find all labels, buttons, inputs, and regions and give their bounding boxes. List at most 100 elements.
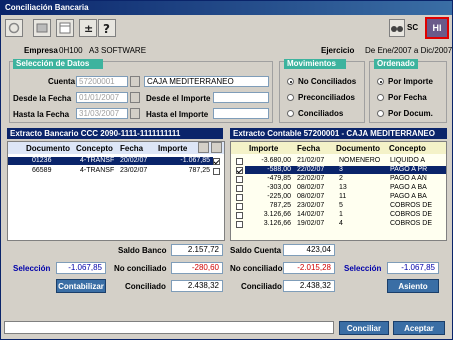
saldo-banco-label: Saldo Banco (118, 246, 167, 255)
toolbar: ± ? SC HI (1, 15, 452, 43)
bank-seleccion-label: Selección (13, 264, 51, 273)
bank-seleccion-value: -1.067,85 (56, 262, 106, 274)
bank-col-concepto: Concepto (76, 144, 113, 153)
por-fecha-label: Por Fecha (388, 93, 427, 102)
ledger-row[interactable]: 3.126,66 14/02/07 1 COBROS DE (245, 211, 446, 219)
cuenta-lookup-button[interactable] (130, 76, 140, 87)
status-bar (4, 321, 334, 334)
company-code: 0H100 (59, 46, 83, 55)
hasta-fecha-field[interactable]: 31/03/2007 (76, 108, 128, 119)
refresh-icon[interactable] (5, 19, 23, 37)
sc-label: SC (407, 23, 419, 32)
calendar-icon[interactable] (56, 19, 74, 37)
hasta-importe-label: Hasta el Importe (146, 110, 209, 119)
svg-text:?: ? (103, 22, 110, 36)
ledger-row-checkbox[interactable] (236, 203, 243, 210)
bank-col-documento: Documento (26, 144, 70, 153)
no-conciliados-label: No Conciliados (298, 77, 357, 86)
por-documento-label: Por Docum. (388, 109, 433, 118)
bank-row-checkbox[interactable] (213, 158, 220, 165)
bank-grid-window-icon[interactable] (198, 142, 209, 153)
saldo-cuenta-label: Saldo Cuenta (230, 246, 282, 255)
binoculars-icon[interactable] (389, 19, 405, 37)
ledger-row[interactable]: 787,25 23/02/07 5 COBROS DE (245, 202, 446, 210)
cuenta-name-field: CAJA MEDITERRANEO (144, 76, 269, 87)
svg-text:±: ± (84, 22, 93, 35)
ledger-grid: Importe Fecha Documento Concepto -3.680,… (230, 141, 447, 241)
ledger-col-fecha: Fecha (297, 144, 321, 153)
bank-col-importe: Importe (158, 144, 188, 153)
hasta-fecha-calendar-button[interactable] (130, 108, 140, 119)
ledger-row[interactable]: -225,00 08/02/07 11 PAGO A BA (245, 193, 446, 201)
bank-header: Extracto Bancario CCC 2090-1111-11111111… (7, 128, 223, 139)
window-title: Conciliación Bancaria (1, 1, 452, 15)
desde-importe-label: Desde el Importe (146, 94, 211, 103)
saldo-cuenta-value: 423,04 (283, 244, 335, 256)
bank-conc-value: 2.438,32 (171, 280, 223, 292)
hasta-importe-field[interactable] (213, 108, 269, 119)
saldo-banco-value: 2.157,72 (171, 244, 223, 256)
ledger-seleccion-value: -1.067,85 (387, 262, 439, 274)
aceptar-button[interactable]: Aceptar (393, 321, 445, 335)
conciliar-button[interactable]: Conciliar (339, 321, 389, 335)
asiento-button[interactable]: Asiento (387, 279, 439, 293)
desde-importe-field[interactable] (213, 92, 269, 103)
hi-button[interactable]: HI (425, 17, 449, 39)
desde-fecha-field[interactable]: 01/01/2007 (76, 92, 128, 103)
conciliados-radio[interactable] (287, 110, 294, 117)
ledger-row-checkbox[interactable] (236, 212, 243, 219)
ledger-row-checkbox[interactable] (236, 185, 243, 192)
contabilizar-button[interactable]: Contabilizar (56, 279, 106, 293)
ledger-col-concepto: Concepto (389, 144, 426, 153)
conciliacion-window: Conciliación Bancaria ± ? SC HI Empresa … (0, 0, 453, 340)
preconciliados-radio[interactable] (287, 94, 294, 101)
ledger-row[interactable]: -588,00 22/02/07 3 PAGO A PR (245, 166, 446, 174)
ledger-col-documento: Documento (336, 144, 380, 153)
ledger-row-checkbox[interactable] (236, 194, 243, 201)
bank-conc-label: Conciliado (125, 282, 166, 291)
ledger-col-importe: Importe (249, 144, 279, 153)
ledger-row[interactable]: 3.126,66 19/02/07 4 COBROS DE (245, 220, 446, 228)
help-icon[interactable]: ? (98, 19, 116, 37)
ledger-row-checkbox[interactable] (236, 176, 243, 183)
bank-noconc-label: No conciliado (114, 264, 167, 273)
selection-header: Selección de Datos (13, 59, 103, 69)
cuenta-label: Cuenta (48, 77, 76, 86)
por-importe-label: Por Importe (388, 77, 433, 86)
no-conciliados-radio[interactable] (287, 78, 294, 85)
ledger-row-checkbox[interactable] (236, 167, 243, 174)
ledger-row-checkbox[interactable] (236, 158, 243, 165)
conciliados-label: Conciliados (298, 109, 344, 118)
ledger-row[interactable]: -303,00 08/02/07 13 PAGO A BA (245, 184, 446, 192)
ledger-noconc-label: No conciliado (230, 264, 283, 273)
company-name: A3 SOFTWARE (89, 46, 147, 55)
bank-row-checkbox[interactable] (213, 168, 220, 175)
exercise-label: Ejercicio (321, 46, 355, 55)
ledger-noconc-value: -2.015,28 (283, 262, 335, 274)
bank-grid-close-icon[interactable] (211, 142, 222, 153)
bank-row[interactable]: 01236 4-TRANSF 20/02/07 -1.067,85 (8, 157, 213, 165)
desde-fecha-calendar-button[interactable] (130, 92, 140, 103)
ledger-row[interactable]: -3.680,00 21/02/07 NOMENERO LIQUIDO A (245, 157, 446, 165)
bank-row[interactable]: 66589 4-TRANSF 23/02/07 787,25 (8, 167, 213, 175)
bank-noconc-value: -280,60 (171, 262, 223, 274)
ordenado-header: Ordenado (374, 59, 418, 69)
por-fecha-radio[interactable] (377, 94, 384, 101)
hasta-fecha-label: Hasta la Fecha (13, 110, 70, 119)
bank-col-fecha: Fecha (120, 144, 144, 153)
plus-minus-icon[interactable]: ± (79, 19, 97, 37)
bank-grid: Documento Concepto Fecha Importe 01236 4… (7, 141, 225, 241)
print-icon[interactable] (33, 19, 51, 37)
ledger-header: Extracto Contable 57200001 - CAJA MEDITE… (230, 128, 447, 139)
por-importe-radio[interactable] (377, 78, 384, 85)
movimientos-header: Movimientos (284, 59, 346, 69)
por-documento-radio[interactable] (377, 110, 384, 117)
desde-fecha-label: Desde la Fecha (13, 94, 72, 103)
exercise-value: De Ene/2007 a Dic/2007 (365, 46, 453, 55)
ledger-seleccion-label: Selección (344, 264, 382, 273)
ledger-conc-value: 2.438,32 (283, 280, 335, 292)
company-label: Empresa (24, 46, 58, 55)
ledger-row[interactable]: -479,85 22/02/07 2 PAGO A AN (245, 175, 446, 183)
ledger-row-checkbox[interactable] (236, 221, 243, 228)
cuenta-field[interactable]: 57200001 (76, 76, 128, 87)
